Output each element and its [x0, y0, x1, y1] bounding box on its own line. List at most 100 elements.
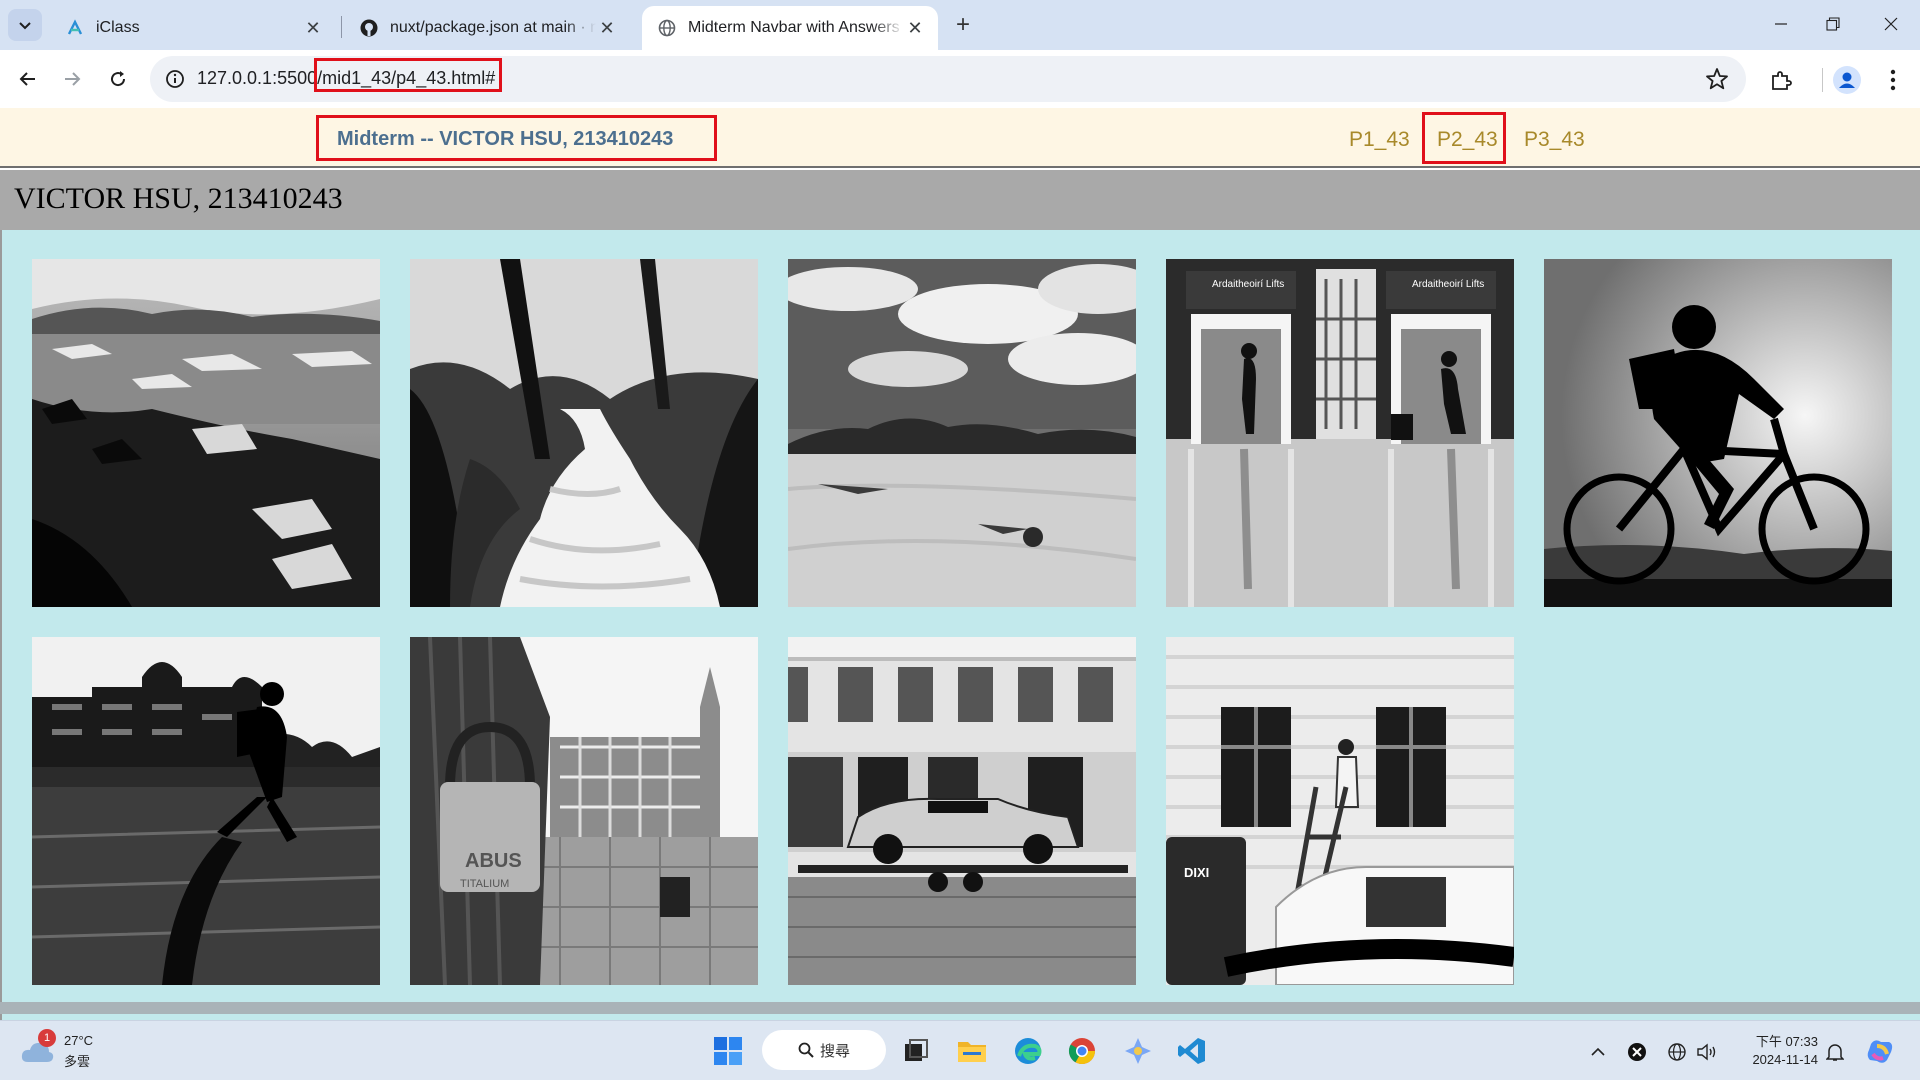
- windows-taskbar: 1 27°C 多雲 搜尋 下午 07:33 2024-11-14: [0, 1020, 1920, 1080]
- close-icon: [1884, 17, 1898, 31]
- copilot-button[interactable]: [1862, 1033, 1898, 1069]
- site-navbar: Midterm -- VICTOR HSU, 213410243 P1_43 P…: [0, 108, 1920, 168]
- more-vertical-icon: [1890, 69, 1896, 91]
- arrow-right-icon: [65, 72, 81, 86]
- chevron-up-icon: [1591, 1047, 1605, 1056]
- reload-icon: [111, 71, 126, 87]
- chrome-button[interactable]: [1064, 1033, 1100, 1069]
- puzzle-icon: [1772, 71, 1792, 90]
- close-tab-icon[interactable]: ✕: [904, 17, 926, 39]
- elevator-lifts-photo: Ardaitheoirí Lifts Ardaitheoirí Lifts: [1166, 259, 1514, 607]
- chrome-icon: [1068, 1038, 1096, 1065]
- iclass-logo-icon: [66, 19, 84, 37]
- vscode-button[interactable]: [1174, 1033, 1210, 1069]
- copilot-icon: [1867, 1040, 1893, 1063]
- search-label: 搜尋: [819, 1042, 850, 1060]
- task-view-icon: [905, 1039, 928, 1061]
- tab-title: nuxt/package.json at main · nuxt/nuxt: [390, 19, 596, 36]
- nav-highlight-box: [1422, 112, 1506, 164]
- photo-gallery: Ardaitheoirí Lifts Ardaitheoirí Lifts AB…: [0, 230, 1920, 1020]
- folder-icon: [958, 1042, 986, 1062]
- browser-menu-button[interactable]: [1878, 65, 1908, 95]
- nav-link-p1[interactable]: P1_43: [1349, 128, 1410, 152]
- reload-button[interactable]: [100, 61, 136, 97]
- globe-icon: [658, 19, 676, 37]
- restore-button[interactable]: [1804, 0, 1862, 48]
- volume-button[interactable]: [1694, 1039, 1720, 1065]
- tab-title: Midterm Navbar with Answers: [688, 19, 900, 36]
- worker-ladder-photo: DIXI: [1166, 637, 1514, 985]
- lifts-sign-text: Ardaitheoirí Lifts: [1412, 279, 1484, 290]
- globe-icon: [1668, 1043, 1686, 1061]
- bell-icon: [1826, 1044, 1844, 1061]
- back-button[interactable]: [10, 61, 46, 97]
- tab-github[interactable]: nuxt/package.json at main · nuxt/nuxt ✕: [344, 6, 630, 50]
- taskbar-search[interactable]: 搜尋: [762, 1030, 886, 1070]
- file-explorer-button[interactable]: [954, 1033, 990, 1069]
- github-logo-icon: [360, 19, 378, 37]
- toilet-brand-text: DIXI: [1184, 865, 1209, 880]
- glacier-lagoon-photo: [32, 259, 380, 607]
- tab-strip: iClass ✕ nuxt/package.json at main · nux…: [0, 0, 1920, 50]
- forward-button[interactable]: [54, 61, 90, 97]
- new-tab-button[interactable]: +: [948, 10, 978, 40]
- weather-widget[interactable]: 1 27°C 多雲: [20, 1029, 140, 1073]
- waterfall-photo: [410, 259, 758, 607]
- minimize-button[interactable]: [1752, 0, 1810, 48]
- padlock-model-text: TITALIUM: [460, 878, 509, 890]
- avatar: [1833, 66, 1861, 94]
- notifications-button[interactable]: [1822, 1039, 1848, 1065]
- weather-badge: 1: [38, 1029, 56, 1047]
- arrow-left-icon: [19, 72, 35, 86]
- tab-search-button[interactable]: [8, 9, 42, 41]
- profile-button[interactable]: [1832, 65, 1862, 95]
- weather-temp: 27°C: [64, 1033, 94, 1048]
- gemini-app-button[interactable]: [1120, 1033, 1156, 1069]
- padlock-brand-text: ABUS: [465, 850, 522, 872]
- extensions-button[interactable]: [1766, 65, 1796, 95]
- restore-icon: [1826, 17, 1840, 31]
- search-icon: [798, 1042, 814, 1058]
- edge-button[interactable]: [1010, 1033, 1046, 1069]
- language-button[interactable]: [1664, 1039, 1690, 1065]
- nav-link-p3[interactable]: P3_43: [1524, 128, 1585, 152]
- tab-iclass[interactable]: iClass ✕: [50, 6, 336, 50]
- url-host: 127.0.0.1:5500: [197, 68, 318, 88]
- page-viewport: Midterm -- VICTOR HSU, 213410243 P1_43 P…: [0, 108, 1920, 1020]
- taskbar-clock[interactable]: 下午 07:33 2024-11-14: [1726, 1033, 1818, 1069]
- vscode-icon: [1178, 1038, 1205, 1064]
- x-circle-icon: [1628, 1043, 1646, 1061]
- cyclist-silhouette-photo: [1544, 259, 1892, 607]
- padlock-street-photo: ABUS TITALIUM: [410, 637, 758, 985]
- gallery-footer-strip: [0, 1002, 1920, 1014]
- task-view-button[interactable]: [898, 1033, 934, 1069]
- tray-overflow-button[interactable]: [1585, 1039, 1611, 1065]
- browser-toolbar: 127.0.0.1:5500/mid1_43/p4_43.html#: [0, 50, 1920, 108]
- speaker-icon: [1697, 1043, 1716, 1061]
- tab-title: iClass: [96, 19, 140, 36]
- weather-desc: 多雲: [64, 1054, 91, 1069]
- man-walking-photo: [32, 637, 380, 985]
- bookmark-star-icon[interactable]: [1704, 66, 1730, 92]
- minimize-icon: [1775, 23, 1787, 25]
- edge-icon: [1015, 1038, 1042, 1064]
- windows-logo-icon: [714, 1037, 742, 1065]
- sparkle-app-icon: [1125, 1038, 1151, 1064]
- chevron-down-icon: [19, 22, 31, 30]
- tab-midterm[interactable]: Midterm Navbar with Answers ✕: [642, 6, 938, 50]
- start-button[interactable]: [710, 1033, 746, 1069]
- tray-app-button[interactable]: [1624, 1039, 1650, 1065]
- close-tab-icon[interactable]: ✕: [302, 17, 324, 39]
- site-info-icon[interactable]: [164, 68, 186, 90]
- tab-separator: [341, 16, 342, 38]
- desert-dunes-photo: [788, 259, 1136, 607]
- toolbar-divider: [1812, 60, 1832, 100]
- brand-highlight-box: [316, 115, 717, 161]
- lifts-sign-text: Ardaitheoirí Lifts: [1212, 279, 1284, 290]
- url-highlight-box: [314, 58, 502, 92]
- close-window-button[interactable]: [1862, 0, 1920, 48]
- clock-date: 2024-11-14: [1752, 1052, 1818, 1067]
- page-header: VICTOR HSU, 213410243: [0, 170, 1920, 230]
- close-tab-icon[interactable]: ✕: [596, 17, 618, 39]
- classic-car-trailer-photo: [788, 637, 1136, 985]
